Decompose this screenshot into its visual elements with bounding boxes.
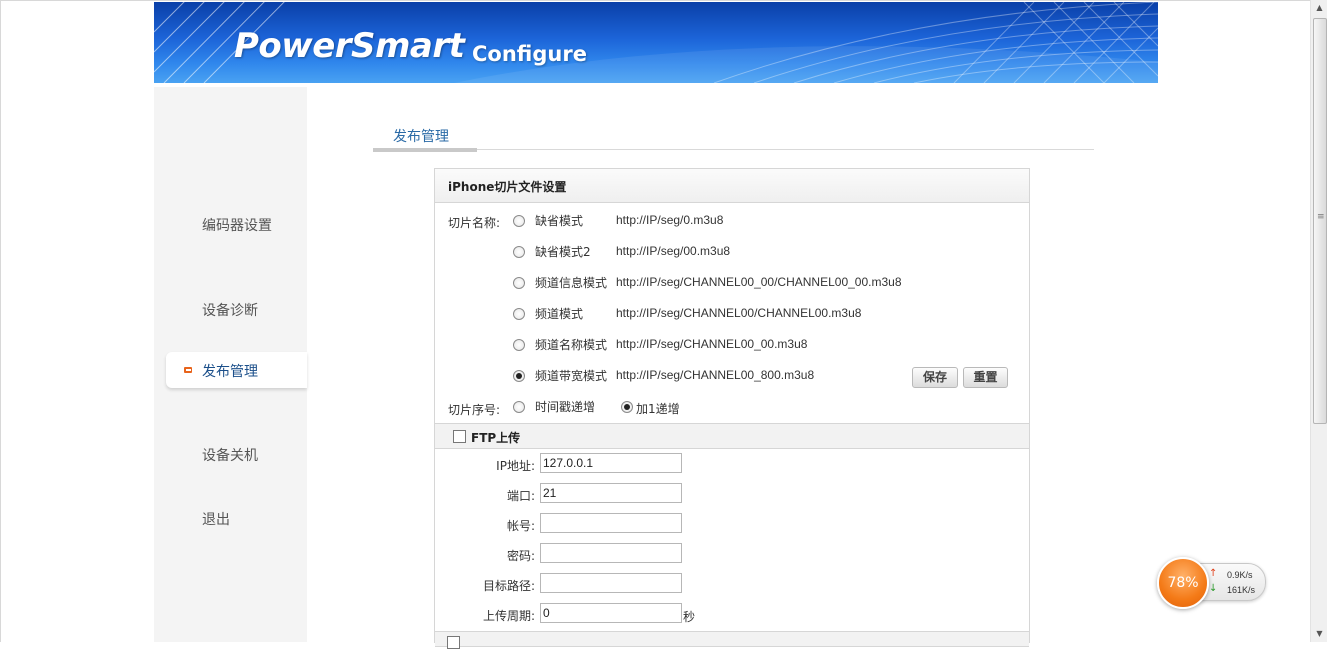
ftp-password-input[interactable] — [540, 543, 682, 563]
panel-header: iPhone切片文件设置 — [435, 169, 1029, 203]
header-banner: PowerSmart Configure — [154, 2, 1158, 83]
mode-label: 频道带宽模式 — [535, 369, 608, 383]
seq-radio-timestamp[interactable] — [513, 401, 525, 413]
mode-label: 频道信息模式 — [535, 276, 608, 290]
ftp-target-path-input[interactable] — [540, 573, 682, 593]
mode-label: 频道模式 — [535, 307, 584, 321]
ftp-ip-label: IP地址: — [496, 459, 535, 473]
ftp-upload-period-input[interactable] — [540, 603, 682, 623]
ftp-upload-period-label: 上传周期: — [482, 609, 535, 623]
mode-url: http://IP/seg/00.m3u8 — [616, 244, 731, 258]
sidebar-item-publish-management[interactable]: 发布管理 — [166, 352, 307, 388]
ftp-section-header: FTP上传 — [435, 423, 1029, 449]
ftp-section-title: FTP上传 — [471, 431, 521, 445]
tab-divider — [477, 149, 1094, 150]
sidebar-item-label: 发布管理 — [202, 364, 258, 380]
panel-title: iPhone切片文件设置 — [448, 180, 567, 194]
upload-speed: 0.9K/s — [1227, 570, 1253, 580]
mode-label: 缺省模式2 — [535, 245, 591, 259]
seq-radio-increment[interactable] — [621, 401, 633, 413]
download-speed: 161K/s — [1227, 585, 1256, 595]
brand-subtitle: Configure — [472, 42, 587, 66]
sidebar-item-device-shutdown[interactable]: 设备关机 — [202, 445, 258, 465]
mode-url: http://IP/seg/CHANNEL00_800.m3u8 — [616, 368, 815, 382]
brand-logo: PowerSmart — [234, 26, 465, 66]
sidebar: 编码器设置 设备诊断 发布管理 设备关机 退出 — [154, 87, 307, 642]
upload-arrow-icon: ↑ — [1209, 568, 1218, 579]
save-button[interactable]: 保存 — [912, 367, 958, 388]
sidebar-item-device-diagnosis[interactable]: 设备诊断 — [202, 300, 258, 320]
sidebar-item-logout[interactable]: 退出 — [202, 509, 230, 529]
ftp-ip-input[interactable] — [540, 453, 682, 473]
next-section-header — [435, 631, 1029, 649]
mode-radio-channel-info[interactable] — [513, 277, 525, 289]
ftp-password-label: 密码: — [506, 549, 535, 563]
mode-radio-channel[interactable] — [513, 308, 525, 320]
tab-publish-management[interactable]: 发布管理 — [393, 126, 449, 146]
ftp-target-path-label: 目标路径: — [482, 579, 535, 593]
scroll-grip-icon: ≡ — [1317, 212, 1325, 222]
mode-label: 缺省模式 — [535, 214, 584, 228]
next-section-checkbox[interactable] — [447, 636, 460, 649]
window-border-left — [0, 0, 1, 642]
ftp-upload-checkbox[interactable] — [453, 430, 466, 443]
slice-seq-label: 切片序号: — [448, 403, 501, 417]
slice-name-label: 切片名称: — [448, 216, 501, 230]
memory-usage-ball[interactable]: 78% — [1157, 557, 1209, 609]
download-arrow-icon: ↓ — [1209, 583, 1218, 594]
iphone-slice-settings-panel: iPhone切片文件设置 切片名称: 缺省模式 http://IP/seg/0.… — [434, 168, 1030, 649]
mode-label: 频道名称模式 — [535, 338, 608, 352]
vertical-scrollbar[interactable]: ▲ ≡ ▼ — [1310, 0, 1327, 642]
mode-radio-channel-bandwidth[interactable] — [513, 370, 525, 382]
active-marker-icon — [184, 367, 192, 373]
mode-url: http://IP/seg/CHANNEL00_00.m3u8 — [616, 337, 808, 351]
scroll-down-arrow-icon[interactable]: ▼ — [1311, 626, 1327, 642]
ftp-account-input[interactable] — [540, 513, 682, 533]
mode-radio-default2[interactable] — [513, 246, 525, 258]
seq-option-label: 时间戳递增 — [535, 400, 596, 414]
tab-active-indicator — [373, 148, 477, 152]
scroll-up-arrow-icon[interactable]: ▲ — [1311, 0, 1327, 16]
mode-radio-default[interactable] — [513, 215, 525, 227]
sidebar-item-encoder-settings[interactable]: 编码器设置 — [202, 215, 272, 235]
period-unit: 秒 — [683, 610, 696, 624]
ftp-port-label: 端口: — [506, 489, 535, 503]
mode-radio-channel-name[interactable] — [513, 339, 525, 351]
mode-url: http://IP/seg/CHANNEL00/CHANNEL00.m3u8 — [616, 306, 862, 320]
mode-url: http://IP/seg/CHANNEL00_00/CHANNEL00_00.… — [616, 275, 902, 289]
mode-url: http://IP/seg/0.m3u8 — [616, 213, 724, 227]
seq-option-label: 加1递增 — [636, 402, 680, 416]
ftp-account-label: 帐号: — [506, 519, 535, 533]
ftp-port-input[interactable] — [540, 483, 682, 503]
window-border-top — [0, 0, 1310, 1]
reset-button[interactable]: 重置 — [963, 367, 1008, 388]
scroll-thumb[interactable]: ≡ — [1313, 18, 1327, 424]
